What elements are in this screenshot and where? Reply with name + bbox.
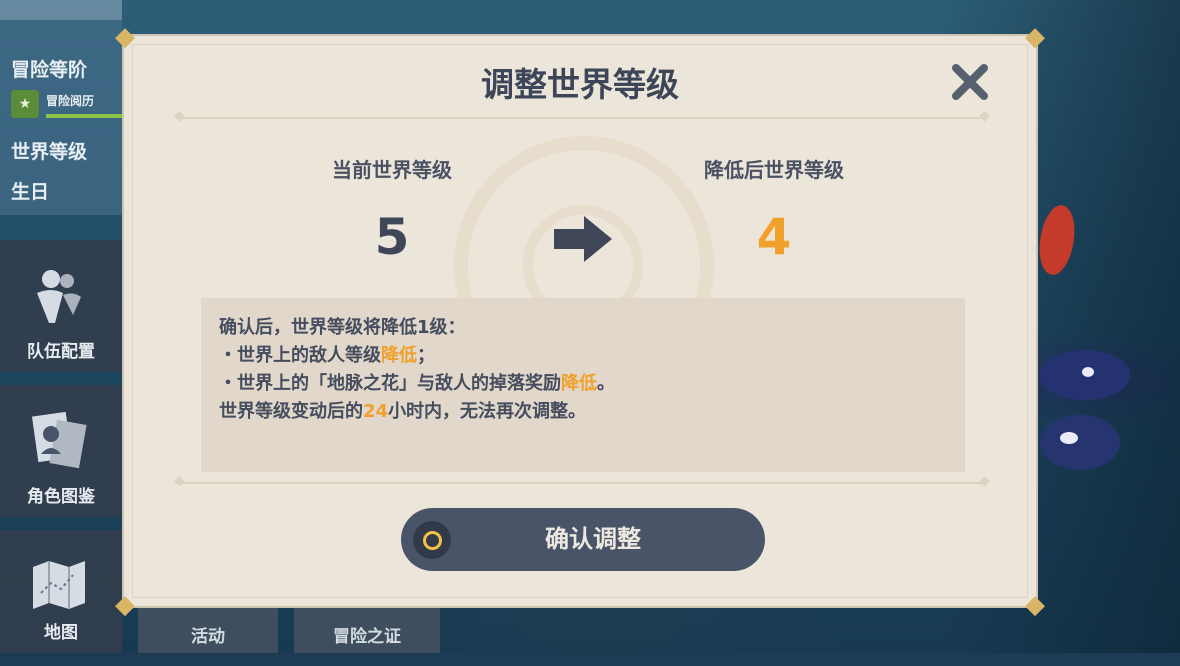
- nav-character-archive-label: 角色图鉴: [27, 487, 95, 507]
- corner-ornament-icon: ◆: [1025, 22, 1045, 52]
- confirm-ring-icon: [413, 521, 451, 559]
- tab-events[interactable]: 活动: [138, 608, 278, 653]
- new-world-level-value: 4: [756, 208, 792, 266]
- left-menu: 冒险等阶 ★ 冒险阅历 世界等级 生日 队伍配置 角色图鉴 地图: [0, 0, 122, 653]
- info-line: ・世界上的「地脉之花」与敌人的掉落奖励降低。: [219, 370, 615, 398]
- info-text: 确认后，世界等级将降低1级： ・世界上的敌人等级降低； ・世界上的「地脉之花」与…: [219, 314, 615, 426]
- nav-party-setup-label: 队伍配置: [27, 342, 95, 362]
- world-level-label: 世界等级: [11, 141, 88, 163]
- info-highlight: 降低: [561, 373, 597, 394]
- info-line: 确认后，世界等级将降低1级：: [219, 317, 466, 338]
- top-divider: [174, 108, 990, 124]
- adventure-exp-icon: ★: [11, 90, 39, 118]
- nav-party-setup[interactable]: 队伍配置: [0, 240, 122, 372]
- info-text-segment: ；: [417, 345, 435, 366]
- profile-card-header: [0, 0, 122, 20]
- bottom-divider: [174, 473, 990, 489]
- nav-map[interactable]: 地图: [0, 530, 122, 653]
- info-highlight: 24: [363, 401, 389, 422]
- confirm-adjust-button[interactable]: 确认调整: [401, 508, 765, 571]
- current-world-level-value: 5: [374, 208, 410, 266]
- background-dot: [1060, 432, 1078, 444]
- background-blue-shape: [1040, 415, 1120, 470]
- character-archive-icon: [24, 405, 94, 475]
- adventure-rank-label: 冒险等阶: [11, 59, 88, 81]
- adventure-exp-bar: [46, 114, 122, 118]
- corner-ornament-icon: ◆: [115, 590, 135, 620]
- dialog-title: 调整世界等级: [481, 65, 679, 104]
- confirm-adjust-label: 确认调整: [545, 525, 641, 553]
- info-text-segment: ・世界上的敌人等级: [219, 345, 381, 366]
- info-box: 确认后，世界等级将降低1级： ・世界上的敌人等级降低； ・世界上的「地脉之花」与…: [201, 298, 965, 472]
- close-icon: [952, 64, 988, 100]
- info-line: ・世界上的敌人等级降低；: [219, 342, 615, 370]
- corner-ornament-icon: ◆: [115, 22, 135, 52]
- right-arrow-icon: [552, 214, 614, 264]
- background-dot: [1082, 367, 1094, 377]
- current-world-level-label: 当前世界等级: [332, 158, 452, 182]
- info-text-segment: ・世界上的「地脉之花」与敌人的掉落奖励: [219, 373, 561, 394]
- info-line: 世界等级变动后的24小时内，无法再次调整。: [219, 398, 615, 426]
- tab-adventurer-handbook[interactable]: 冒险之证: [294, 608, 440, 653]
- corner-ornament-icon: ◆: [1025, 590, 1045, 620]
- party-icon: [24, 260, 94, 330]
- close-button[interactable]: [950, 62, 990, 102]
- info-highlight: 降低: [381, 345, 417, 366]
- new-world-level-label: 降低后世界等级: [704, 158, 844, 182]
- profile-card: 冒险等阶 ★ 冒险阅历 世界等级 生日: [0, 0, 122, 215]
- adjust-world-level-dialog: ◆ ◆ ◆ ◆ 调整世界等级 当前世界等级 降低后世界等级 5 4 确认后，世界…: [115, 24, 1045, 618]
- birthday-label: 生日: [11, 181, 50, 203]
- nav-character-archive[interactable]: 角色图鉴: [0, 385, 122, 517]
- nav-map-label: 地图: [44, 623, 78, 643]
- adventure-exp-label: 冒险阅历: [46, 94, 95, 108]
- map-icon: [24, 550, 94, 620]
- info-text-segment: 小时内，无法再次调整。: [388, 401, 587, 422]
- info-text-segment: 。: [597, 373, 615, 394]
- info-text-segment: 世界等级变动后的: [219, 401, 363, 422]
